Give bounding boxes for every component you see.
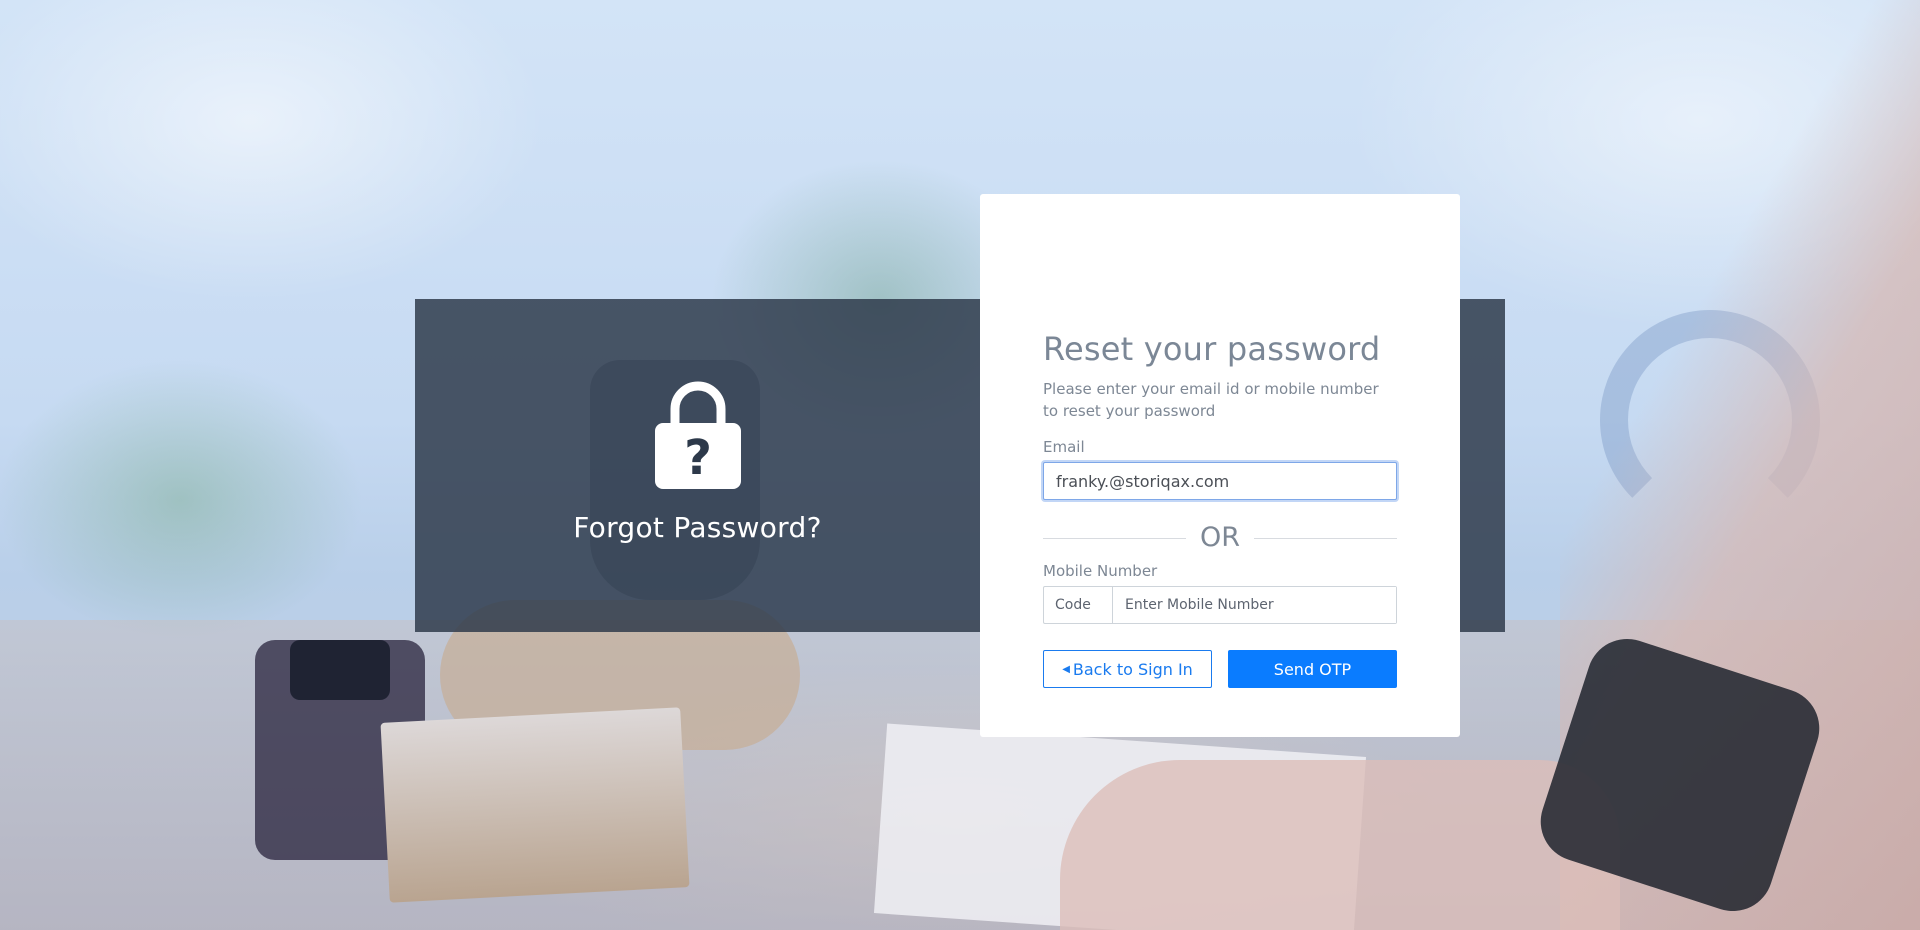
back-button-label: Back to Sign In — [1072, 659, 1193, 679]
instructions-text: Please enter your email id or mobile num… — [1043, 380, 1379, 420]
forgot-password-title: Forgot Password? — [573, 511, 822, 544]
back-to-sign-in-button[interactable]: ◀ Back to Sign In — [1043, 650, 1212, 688]
background-hand — [1060, 760, 1620, 930]
mobile-label: Mobile Number — [1043, 562, 1158, 580]
lock-question-icon: ? — [654, 377, 741, 489]
or-text: OR — [1200, 522, 1241, 553]
mobile-input-group: Code — [1043, 586, 1397, 624]
page-title: Reset your password — [1043, 330, 1381, 368]
send-button-label: Send OTP — [1273, 659, 1352, 679]
svg-text:?: ? — [684, 430, 712, 486]
mobile-number-field[interactable] — [1113, 587, 1396, 623]
reset-password-card: Reset your password Please enter your em… — [980, 194, 1460, 737]
send-otp-button[interactable]: Send OTP — [1228, 650, 1397, 688]
or-separator: OR — [1043, 522, 1398, 553]
background-box — [380, 707, 690, 903]
forgot-password-panel: ? Forgot Password? — [415, 299, 980, 632]
divider-right — [1254, 537, 1398, 539]
background-ink-cap — [290, 640, 390, 700]
button-row: ◀ Back to Sign In Send OTP — [1043, 650, 1397, 688]
divider-left — [1043, 537, 1186, 539]
caret-left-icon: ◀ — [1062, 663, 1070, 675]
country-code-field[interactable]: Code — [1044, 587, 1113, 623]
email-field[interactable] — [1043, 462, 1397, 500]
email-label: Email — [1043, 438, 1085, 456]
